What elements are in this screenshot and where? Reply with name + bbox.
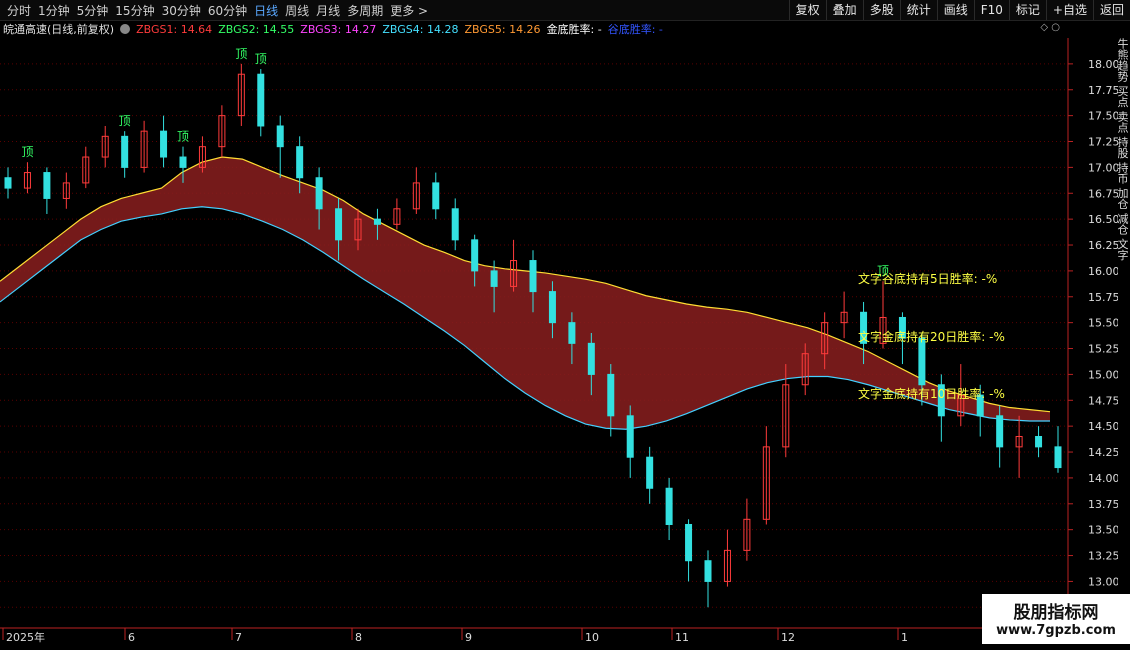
- y-tick-label: 13.25: [1088, 550, 1120, 563]
- y-tick-label: 16.50: [1088, 213, 1120, 226]
- y-tick-label: 15.25: [1088, 343, 1120, 356]
- y-tick-label: 14.75: [1088, 394, 1120, 407]
- y-tick-label: 15.50: [1088, 317, 1120, 330]
- y-tick-label: 15.00: [1088, 368, 1120, 381]
- candle-body: [296, 146, 304, 179]
- top-mark: 顶: [255, 52, 267, 66]
- candle-body: [607, 373, 615, 417]
- win-rate-annotation: 文字金底持有10日胜率: -%: [858, 386, 1005, 401]
- y-tick-label: 18.00: [1088, 58, 1120, 71]
- y-tick-label: 13.00: [1088, 575, 1120, 588]
- y-tick-label: 14.25: [1088, 446, 1120, 459]
- watermark-logo: 股朋指标网 www.7gpzb.com: [982, 594, 1130, 644]
- y-tick-label: 13.50: [1088, 524, 1120, 537]
- candle-body: [121, 135, 129, 168]
- top-mark: 顶: [119, 114, 131, 128]
- candle-body: [4, 177, 12, 189]
- candle-body: [996, 415, 1004, 448]
- candle-body: [432, 182, 440, 210]
- y-tick-label: 16.25: [1088, 239, 1120, 252]
- candle-body: [1054, 446, 1062, 469]
- candle-body: [160, 130, 168, 158]
- y-tick-label: 17.50: [1088, 110, 1120, 123]
- top-mark: 顶: [21, 145, 33, 159]
- candle-body: [918, 337, 926, 386]
- x-tick-label: 7: [235, 631, 242, 644]
- y-tick-label: 15.75: [1088, 291, 1120, 304]
- candle-body: [548, 291, 556, 324]
- top-mark: 顶: [177, 130, 189, 144]
- y-tick-label: 17.75: [1088, 84, 1120, 97]
- candle-body: [646, 456, 654, 489]
- candle-body: [626, 415, 634, 458]
- candle-body: [179, 156, 187, 168]
- candle-body: [568, 322, 576, 344]
- candle-body: [276, 125, 284, 148]
- x-tick-label: 12: [781, 631, 795, 644]
- y-tick-label: 14.50: [1088, 420, 1120, 433]
- y-tick-label: 17.00: [1088, 161, 1120, 174]
- x-tick-label: 8: [355, 631, 362, 644]
- candle-body: [490, 270, 498, 287]
- y-tick-label: 14.00: [1088, 472, 1120, 485]
- watermark-url: www.7gpzb.com: [996, 623, 1116, 638]
- x-tick-label: 2025年: [6, 630, 45, 644]
- y-tick-label: 16.75: [1088, 187, 1120, 200]
- x-tick-label: 10: [585, 631, 599, 644]
- candle-body: [471, 239, 479, 272]
- x-tick-label: 1: [901, 631, 908, 644]
- candle-body: [587, 342, 595, 375]
- side-signal-text: 牛熊趋势 买点 卖点 持股 持币 加仓 减仓 文字: [1118, 38, 1130, 598]
- candle-body: [665, 487, 673, 525]
- candle-body: [529, 260, 537, 293]
- win-rate-annotation: 文字金底持有20日胜率: -%: [858, 329, 1005, 344]
- candle-body: [257, 73, 265, 127]
- candle-body: [451, 208, 459, 241]
- candlestick-chart: 18.00 17.75 17.50 17.25 17.00 16.75 16.50 16.25…: [0, 38, 1120, 644]
- candle-body: [1035, 436, 1043, 448]
- top-mark: 顶: [235, 47, 247, 61]
- candle-body: [685, 523, 693, 562]
- candle-body: [704, 560, 712, 582]
- candle-body: [43, 172, 51, 199]
- y-tick-label: 16.00: [1088, 265, 1120, 278]
- y-tick-label: 17.25: [1088, 136, 1120, 149]
- x-tick-label: 11: [675, 631, 689, 644]
- candle-body: [335, 208, 343, 241]
- x-tick-label: 9: [465, 631, 472, 644]
- watermark-title: 股朋指标网: [1013, 603, 1099, 623]
- x-tick-label: 6: [128, 631, 135, 644]
- candle-body: [315, 177, 323, 210]
- candle-body: [373, 218, 381, 225]
- y-tick-label: 13.75: [1088, 498, 1120, 511]
- win-rate-annotation: 文字谷底持有5日胜率: -%: [858, 271, 997, 286]
